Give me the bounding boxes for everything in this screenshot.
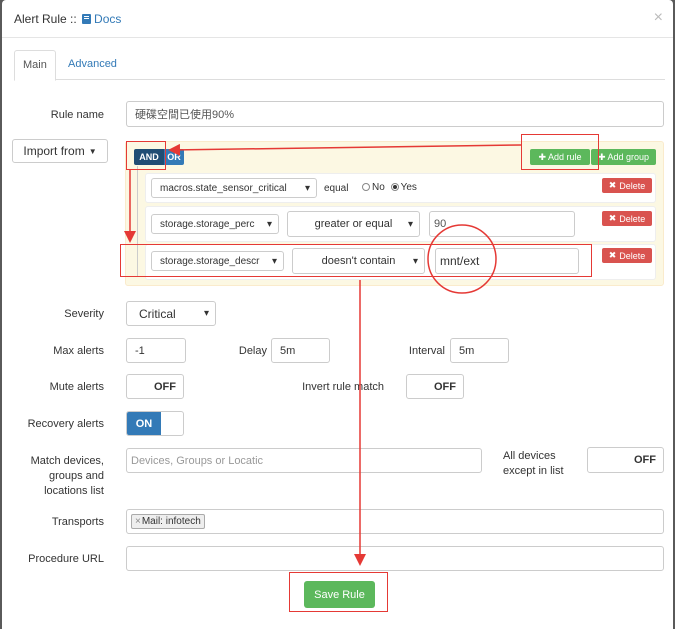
rule-3-field-select[interactable]: storage.storage_descr: [151, 251, 284, 271]
delete-x-icon: ✖: [608, 213, 617, 223]
tab-advanced[interactable]: Advanced: [60, 50, 125, 81]
all-devices-state: OFF: [634, 454, 656, 466]
transport-tag-label: Mail: infotech: [141, 516, 201, 527]
severity-select[interactable]: Critical: [126, 301, 216, 326]
all-devices-label-line-2: except in list: [503, 465, 564, 477]
import-from-button[interactable]: Import from ▼: [12, 139, 108, 163]
delete-label: Delete: [619, 250, 646, 261]
tag-remove-icon[interactable]: ×: [135, 516, 141, 527]
tab-main[interactable]: Main: [14, 50, 56, 81]
invert-rule-toggle[interactable]: OFF: [406, 374, 464, 399]
docs-link[interactable]: Docs: [94, 12, 121, 26]
rule-3-value-input[interactable]: mnt/ext: [435, 248, 579, 274]
match-devices-label-line-3: locations list: [44, 485, 104, 497]
all-devices-label: All devices except in list: [503, 449, 564, 479]
delete-x-icon: ✖: [608, 250, 617, 260]
plus-icon: ✚: [538, 151, 546, 162]
severity-label: Severity: [64, 308, 104, 320]
rule-2-value-input[interactable]: 90: [429, 211, 575, 237]
caret-down-icon: ▼: [88, 146, 97, 156]
invert-rule-state: OFF: [434, 380, 456, 393]
procedure-url-label: Procedure URL: [28, 553, 104, 565]
add-rule-button[interactable]: ✚ Add rule: [530, 149, 590, 165]
modal-title-prefix: Alert Rule ::: [14, 12, 81, 26]
add-group-label: Add group: [607, 152, 650, 162]
tab-bar: Main Advanced: [14, 50, 665, 81]
rule-name-input[interactable]: 硬碟空間已使用90%: [126, 101, 664, 127]
recovery-alerts-label: Recovery alerts: [27, 418, 104, 430]
or-toggle-button[interactable]: OR: [164, 149, 184, 165]
rule-1-operator: equal: [324, 183, 349, 194]
rule-2-delete-button[interactable]: ✖ Delete: [602, 211, 652, 226]
max-alerts-input[interactable]: -1: [126, 338, 186, 363]
modal-header: Alert Rule :: Docs ×: [2, 0, 673, 38]
builder-tree-line: [137, 166, 138, 276]
mute-alerts-state: OFF: [154, 380, 176, 393]
mute-alerts-label: Mute alerts: [49, 381, 104, 393]
delete-label: Delete: [619, 213, 646, 224]
procedure-url-input[interactable]: [126, 546, 664, 571]
radio-no-label: No: [372, 182, 385, 193]
rule-1-delete-button[interactable]: ✖ Delete: [602, 178, 652, 193]
radio-yes-label: Yes: [400, 182, 417, 193]
rule-2-operator-select[interactable]: greater or equal: [287, 211, 420, 237]
all-devices-label-line-1: All devices: [503, 450, 556, 462]
match-devices-label-line-2: groups and: [48, 470, 104, 482]
rule-2-field-select[interactable]: storage.storage_perc: [151, 214, 279, 234]
radio-no[interactable]: [362, 183, 370, 191]
max-alerts-label: Max alerts: [53, 345, 104, 357]
interval-label: Interval: [408, 345, 445, 357]
modal-title: Alert Rule :: Docs: [14, 12, 121, 26]
invert-rule-label: Invert rule match: [302, 381, 384, 393]
match-devices-label: Match devices, groups and locations list: [10, 454, 104, 499]
radio-yes[interactable]: [390, 183, 399, 191]
delete-x-icon: ✖: [608, 180, 617, 190]
book-icon: [82, 14, 92, 24]
save-rule-button[interactable]: Save Rule: [304, 581, 375, 608]
rule-3-operator-select[interactable]: doesn't contain: [292, 248, 425, 274]
match-devices-input[interactable]: Devices, Groups or Locatic: [126, 448, 482, 473]
import-from-label: Import from: [23, 144, 85, 158]
delay-input[interactable]: 5m: [271, 338, 330, 363]
add-group-button[interactable]: ✚ Add group: [591, 149, 656, 165]
match-devices-label-line-1: Match devices,: [30, 455, 104, 467]
close-icon[interactable]: ×: [654, 9, 663, 27]
transports-label: Transports: [51, 516, 104, 528]
rule-name-label: Rule name: [50, 109, 104, 121]
transports-input[interactable]: × Mail: infotech: [126, 509, 664, 534]
transport-tag: × Mail: infotech: [131, 514, 205, 529]
recovery-alerts-state: ON: [127, 412, 161, 435]
plus-circle-icon: ✚: [597, 151, 606, 162]
rule-1-radio-group: No Yes: [362, 182, 417, 193]
rule-1-field-select[interactable]: macros.state_sensor_critical: [151, 178, 317, 198]
add-rule-label: Add rule: [548, 152, 582, 162]
interval-input[interactable]: 5m: [450, 338, 509, 363]
rule-3-delete-button[interactable]: ✖ Delete: [602, 248, 652, 263]
recovery-alerts-toggle[interactable]: ON: [126, 411, 184, 436]
delete-label: Delete: [619, 180, 646, 191]
delay-label: Delay: [238, 345, 267, 357]
all-devices-toggle[interactable]: OFF: [587, 447, 664, 473]
and-toggle-button[interactable]: AND: [134, 149, 164, 165]
mute-alerts-toggle[interactable]: OFF: [126, 374, 184, 399]
